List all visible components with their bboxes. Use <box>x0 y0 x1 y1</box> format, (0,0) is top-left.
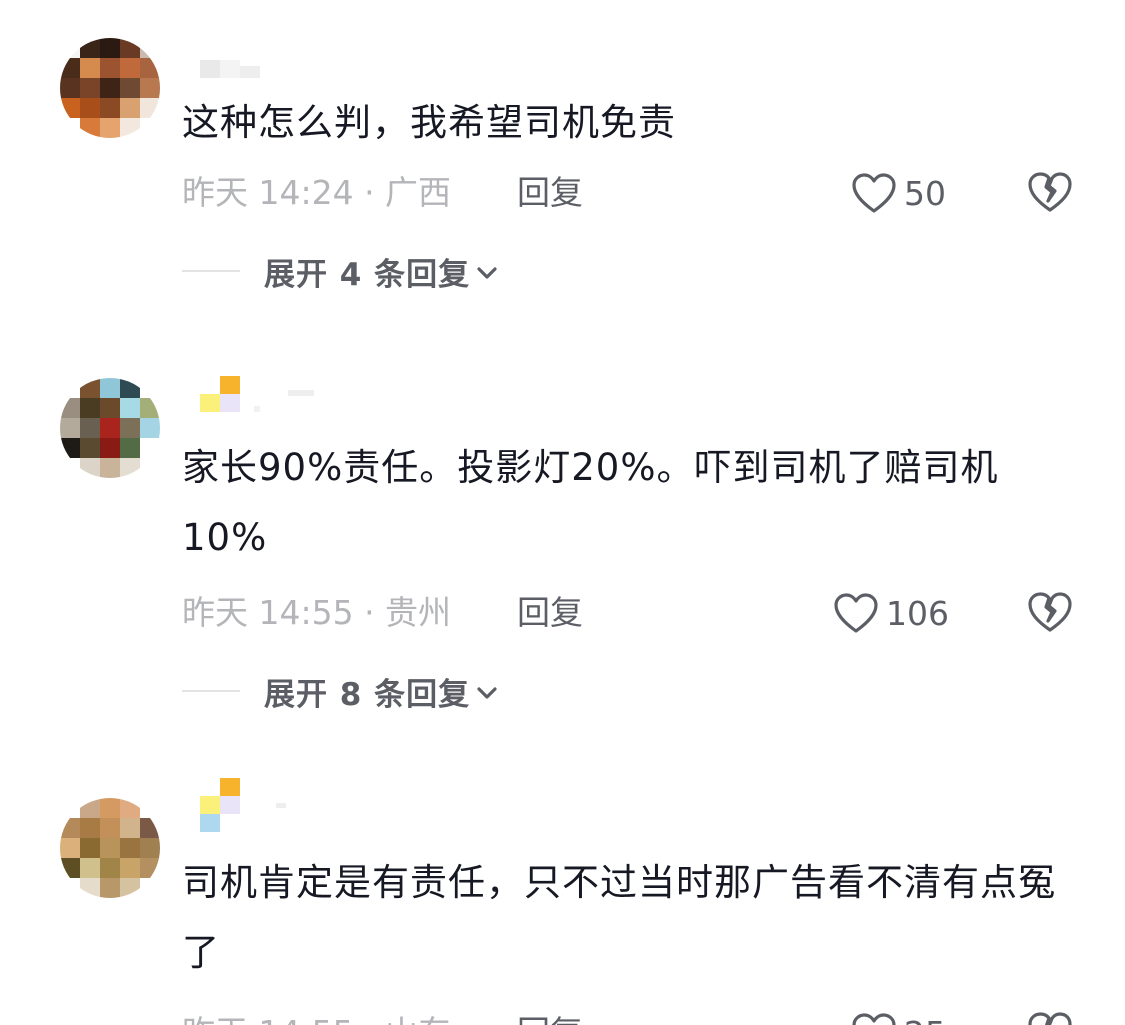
comment-time-location: 昨天 14:24 · 广西 <box>182 173 452 212</box>
reply-button[interactable]: 回复 <box>517 168 583 218</box>
dislike-button[interactable] <box>1027 590 1073 638</box>
username[interactable] <box>200 42 260 78</box>
comment-text: 司机肯定是有责任，只不过当时那广告看不清有点冤了 <box>182 861 1056 974</box>
avatar[interactable] <box>60 38 160 138</box>
like-button[interactable]: 106 <box>832 588 949 638</box>
like-count: 106 <box>886 593 949 633</box>
avatar[interactable] <box>60 798 160 898</box>
comment-text: 家长90%责任。投影灯20%。吓到司机了赔司机10% <box>182 446 999 559</box>
like-button[interactable]: 25 <box>850 1008 946 1025</box>
expand-replies-button[interactable]: 展开 8 条回复 <box>182 666 498 716</box>
dislike-button[interactable] <box>1027 1010 1073 1025</box>
reply-button[interactable]: 回复 <box>517 1008 583 1025</box>
expand-replies-button[interactable]: 展开 4 条回复 <box>182 246 498 296</box>
chevron-down-icon <box>477 267 497 279</box>
comment-meta: 昨天 14:24 · 广西 回复 50 <box>182 168 1082 218</box>
comment-meta: 昨天 14:55 · 贵州 回复 106 <box>182 588 1082 638</box>
like-count: 25 <box>904 1014 946 1025</box>
chevron-down-icon <box>477 687 497 699</box>
broken-heart-icon <box>1028 1012 1072 1025</box>
heart-outline-icon <box>834 593 878 633</box>
broken-heart-icon <box>1028 172 1072 212</box>
expand-replies-label: 展开 4 条回复 <box>264 256 471 293</box>
like-count: 50 <box>904 173 946 213</box>
comment-meta: 昨天 14:55 · 山东 回复 25 <box>182 1008 1082 1025</box>
comment-time-location: 昨天 14:55 · 贵州 <box>182 593 452 632</box>
username[interactable] <box>200 376 314 412</box>
username[interactable] <box>200 778 286 832</box>
reply-button[interactable]: 回复 <box>517 588 583 638</box>
broken-heart-icon <box>1028 592 1072 632</box>
heart-outline-icon <box>852 173 896 213</box>
comment-text: 这种怎么判，我希望司机免责 <box>182 101 676 144</box>
divider-line <box>182 270 240 272</box>
divider-line <box>182 690 240 692</box>
comment-list: 这种怎么判，我希望司机免责 昨天 14:24 · 广西 回复 50 展开 4 条… <box>0 0 1125 1025</box>
comment-time-location: 昨天 14:55 · 山东 <box>182 1008 451 1025</box>
heart-outline-icon <box>852 1013 896 1025</box>
like-button[interactable]: 50 <box>850 168 946 218</box>
avatar[interactable] <box>60 378 160 478</box>
dislike-button[interactable] <box>1027 170 1073 218</box>
expand-replies-label: 展开 8 条回复 <box>264 676 471 713</box>
